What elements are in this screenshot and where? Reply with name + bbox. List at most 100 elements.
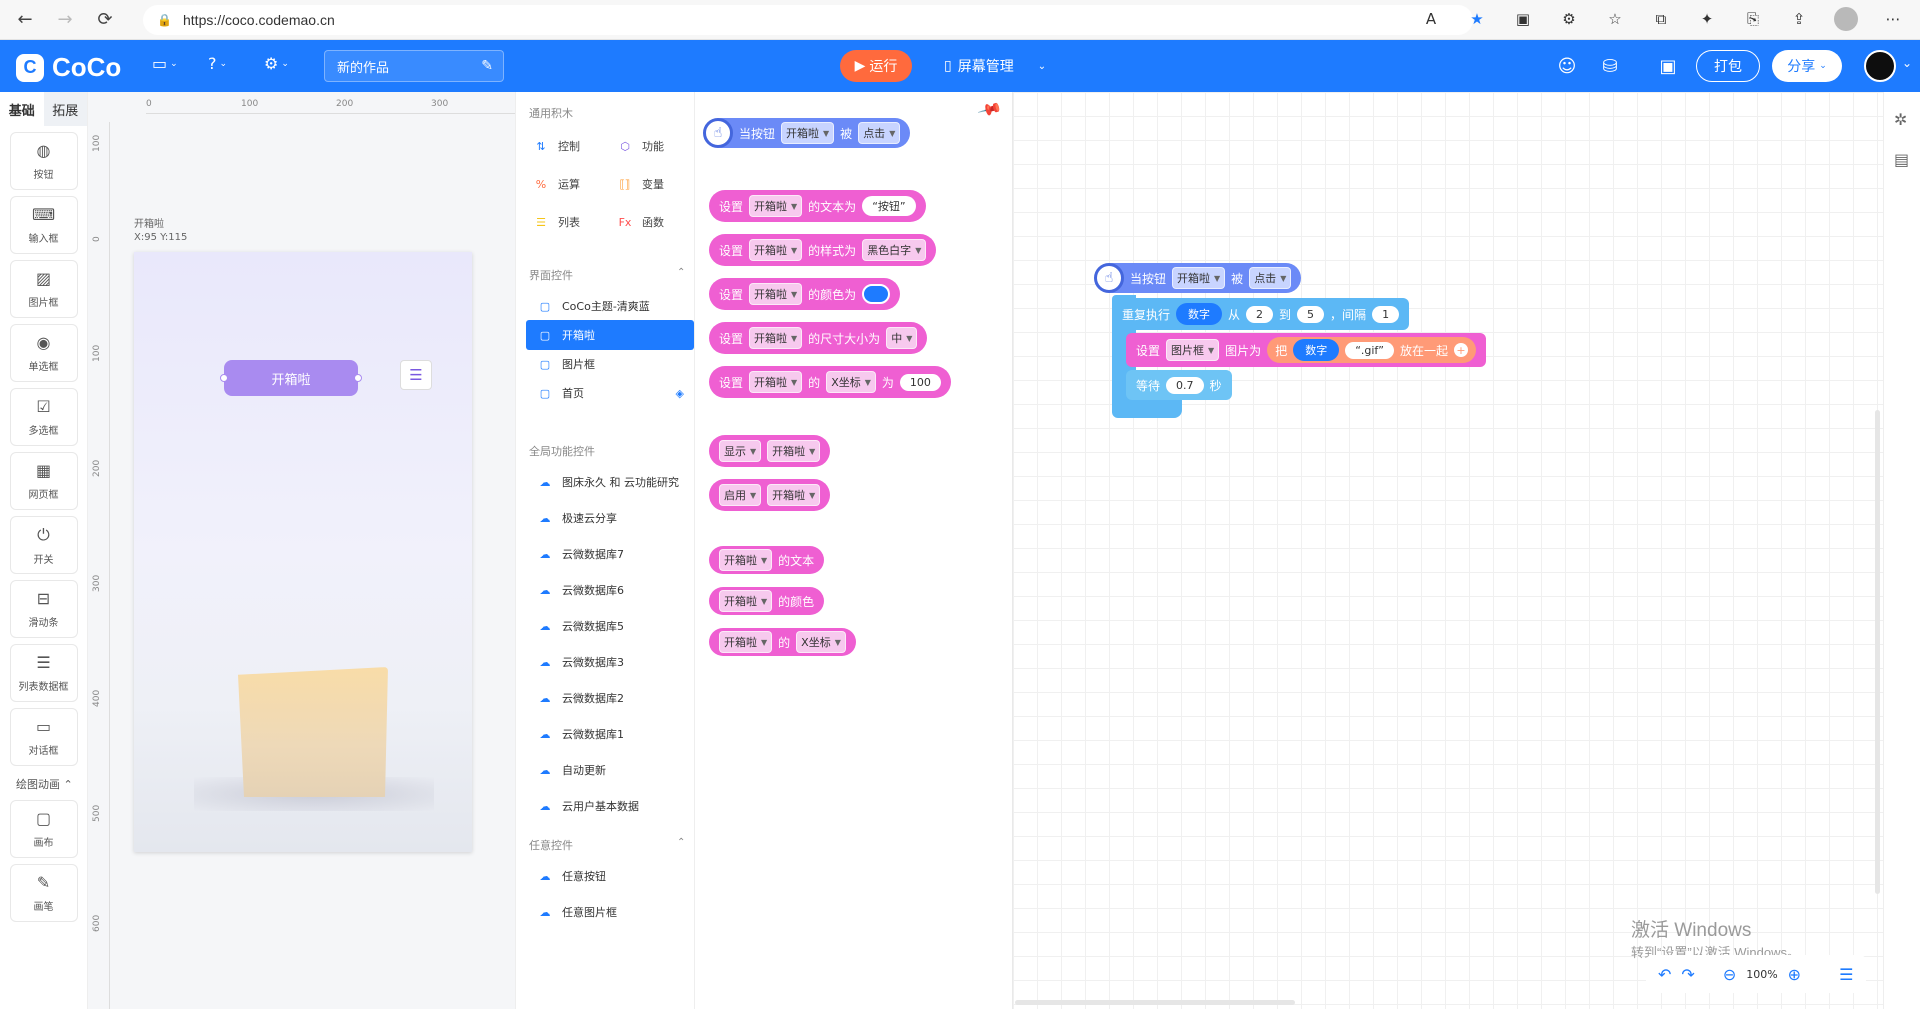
block-set-color[interactable]: 设置 开箱啦 ▼ 的颜色为 <box>709 278 901 310</box>
reload-button[interactable]: ⟳ <box>90 5 120 35</box>
hat-block-button-clicked[interactable]: ☝ 当按钮 开箱啦 ▼ 被 点击 ▼ <box>703 118 911 148</box>
widget-checkbox[interactable]: ☑ 多选框 <box>9 388 78 446</box>
back-button[interactable]: ← <box>10 5 40 35</box>
widget-list[interactable]: ☰ 列表数据框 <box>9 644 78 702</box>
step-field[interactable]: 1 <box>1372 305 1400 323</box>
block-show[interactable]: 显示 ▼ 开箱啦 ▼ <box>709 435 831 467</box>
event-dropdown[interactable]: 点击 ▼ <box>858 122 901 144</box>
control-item[interactable]: ▢ 首页 ◈ <box>526 378 694 408</box>
ws-hat-block[interactable]: ☝ 当按钮 开箱啦 ▼ 被 点击 ▼ <box>1094 263 1302 293</box>
target-dropdown[interactable]: 图片框 ▼ <box>1166 339 1220 361</box>
block-set-x[interactable]: 设置 开箱啦 ▼ 的 X坐标 ▼ 为 100 <box>709 366 951 398</box>
resources-icon[interactable]: ▤ <box>1894 150 1909 169</box>
user-avatar[interactable] <box>1864 50 1896 82</box>
redo-icon[interactable]: ↷ <box>1681 965 1694 984</box>
wait-field[interactable]: 0.7 <box>1166 376 1204 394</box>
run-button[interactable]: ▶ 运行 <box>840 50 912 82</box>
control-item[interactable]: ☁ 云微数据库1 <box>526 719 694 749</box>
category-operator[interactable]: % 运算 <box>534 176 580 192</box>
color-swatch[interactable] <box>862 284 891 304</box>
share-icon[interactable]: ⇪ <box>1788 8 1810 30</box>
variable-reporter[interactable]: 数字 <box>1293 339 1340 361</box>
text-field[interactable]: “按钮” <box>862 196 916 216</box>
target-dropdown[interactable]: 开箱啦 ▼ <box>749 239 803 261</box>
category-header-ui[interactable]: 界面控件 ⌃ <box>529 267 689 283</box>
resize-handle-left[interactable] <box>220 374 228 382</box>
profile-avatar[interactable] <box>1834 7 1858 31</box>
project-name-field[interactable]: 新的作品 ✎ <box>324 50 504 82</box>
help-menu[interactable]: ? ⌄ <box>208 54 227 73</box>
widget-webview[interactable]: ▦ 网页框 <box>9 452 78 510</box>
tab-basic[interactable]: 基础 <box>0 92 44 126</box>
category-control[interactable]: ⇅ 控制 <box>534 138 580 154</box>
collaborators-icon[interactable]: ☺ <box>1555 54 1579 78</box>
share-button[interactable]: 分享 ⌄ <box>1772 50 1842 82</box>
ws-wait-block[interactable]: 等待 0.7 秒 <box>1126 370 1232 400</box>
address-bar[interactable]: 🔒 https://coco.codemao.cn <box>143 5 1473 35</box>
target-dropdown[interactable]: 开箱啦 ▼ <box>719 549 773 571</box>
settings-menu[interactable]: ⚙ ⌄ <box>264 54 289 73</box>
code-workspace[interactable] <box>1013 92 1883 1009</box>
gift-icon[interactable]: ✦ <box>1696 8 1718 30</box>
vertical-scrollbar[interactable] <box>1875 410 1880 894</box>
block-set-style[interactable]: 设置 开箱啦 ▼ 的样式为 黑色白字 ▼ <box>709 234 937 266</box>
block-get-color[interactable]: 开箱啦 ▼ 的颜色 <box>709 587 825 615</box>
block-set-size[interactable]: 设置 开箱啦 ▼ 的尺寸大小为 中 ▼ <box>709 322 928 354</box>
control-item[interactable]: ☁ 云微数据库2 <box>526 683 694 713</box>
screenshot-icon[interactable]: ⎘ <box>1742 8 1764 30</box>
category-header-any[interactable]: 任意控件 ⌃ <box>529 837 689 853</box>
resize-handle-right[interactable] <box>354 374 362 382</box>
control-item[interactable]: ☁ 云微数据库6 <box>526 575 694 605</box>
zoom-in-icon[interactable]: ⊕ <box>1788 965 1801 984</box>
string-field[interactable]: “.gif” <box>1345 341 1395 359</box>
category-function[interactable]: ⬡ 功能 <box>618 138 664 154</box>
widget-brush[interactable]: ✎ 画笔 <box>9 864 78 922</box>
target-dropdown[interactable]: 开箱啦 ▼ <box>719 631 773 653</box>
property-dropdown[interactable]: X坐标 ▼ <box>826 371 876 393</box>
widget-button[interactable]: ◍ 按钮 <box>9 132 78 190</box>
action-dropdown[interactable]: 显示 ▼ <box>719 440 762 462</box>
control-item[interactable]: ☁ 极速云分享 <box>526 503 694 533</box>
zoom-out-icon[interactable]: ⊖ <box>1723 965 1736 984</box>
control-item[interactable]: ▢ CoCo主题-清爽蓝 <box>526 291 694 321</box>
ws-set-image-block[interactable]: 设置 图片框 ▼ 图片为 把 数字 “.gif” 放在一起 + <box>1126 333 1487 367</box>
debug-icon[interactable]: ✲ <box>1894 110 1907 129</box>
action-dropdown[interactable]: 启用 ▼ <box>719 484 762 506</box>
control-item[interactable]: ☁ 自动更新 <box>526 755 694 785</box>
plus-icon[interactable]: + <box>1454 343 1469 357</box>
widget-settings-icon[interactable]: ☰ <box>400 360 432 390</box>
stage-button-kaixiangla[interactable]: 开箱啦 <box>224 360 358 396</box>
ws-repeat-block[interactable]: 重复执行 数字 从 2 到 5 ，间隔 1 <box>1112 298 1410 330</box>
tab-extension[interactable]: 拓展 <box>43 92 87 126</box>
target-dropdown[interactable]: 开箱啦 ▼ <box>719 590 773 612</box>
target-dropdown[interactable]: 开箱啦 ▼ <box>767 484 821 506</box>
forward-button[interactable]: → <box>50 5 80 35</box>
target-dropdown[interactable]: 开箱啦 ▼ <box>767 440 821 462</box>
widget-radio[interactable]: ◉ 单选框 <box>9 324 78 382</box>
widget-image[interactable]: ▨ 图片框 <box>9 260 78 318</box>
control-item[interactable]: ▢ 开箱啦 <box>526 320 694 350</box>
box-image[interactable] <box>238 667 388 797</box>
end-field[interactable]: 5 <box>1297 305 1325 323</box>
target-dropdown[interactable]: 开箱啦 ▼ <box>749 195 803 217</box>
database-icon[interactable]: ⛁ <box>1598 54 1622 78</box>
puzzle-icon[interactable]: ⚙ <box>1558 8 1580 30</box>
target-dropdown[interactable]: 开箱啦 ▼ <box>749 327 803 349</box>
favorites-icon[interactable]: ☆ <box>1604 8 1626 30</box>
control-item[interactable]: ☁ 云微数据库7 <box>526 539 694 569</box>
phone-preview[interactable]: 开箱啦 <box>134 252 472 852</box>
style-dropdown[interactable]: 黑色白字 ▼ <box>862 239 927 261</box>
control-item[interactable]: ☁ 任意按钮 <box>526 861 694 891</box>
block-get-x[interactable]: 开箱啦 ▼ 的 X坐标 ▼ <box>709 628 856 656</box>
screen-manager-menu[interactable]: ▯ 屏幕管理 ⌄ <box>944 56 1046 76</box>
block-set-text[interactable]: 设置 开箱啦 ▼ 的文本为 “按钮” <box>709 190 926 222</box>
widget-switch[interactable]: ⏻ 开关 <box>9 516 78 574</box>
target-dropdown[interactable]: 开箱啦 ▼ <box>749 283 803 305</box>
size-dropdown[interactable]: 中 ▼ <box>886 327 918 349</box>
chevron-down-icon[interactable]: ⌄ <box>1902 56 1912 70</box>
category-header-global[interactable]: 全局功能控件 <box>529 443 689 459</box>
read-aloud-icon[interactable]: A <box>1420 8 1442 30</box>
category-variable[interactable]: ⟦⟧ 变量 <box>618 176 664 192</box>
pack-button[interactable]: 打包 <box>1696 50 1760 82</box>
start-field[interactable]: 2 <box>1246 305 1274 323</box>
